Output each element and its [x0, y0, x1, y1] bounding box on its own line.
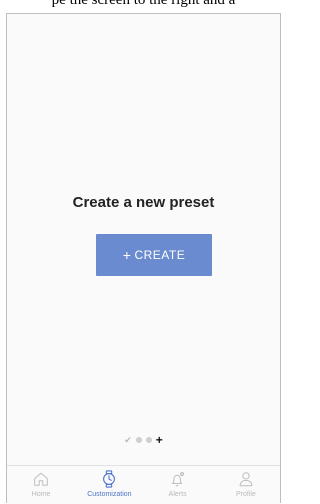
tab-customization[interactable]: Customization — [75, 466, 143, 504]
home-icon — [32, 470, 50, 488]
create-button[interactable]: + CREATE — [96, 234, 212, 276]
tab-home[interactable]: Home — [7, 466, 75, 504]
plus-icon: + — [122, 246, 132, 263]
phone-screen: Create a new preset + CREATE ✔ + Home Cu… — [6, 13, 281, 504]
tab-profile[interactable]: Profile — [212, 466, 280, 504]
person-icon — [237, 470, 255, 488]
add-page-icon[interactable]: + — [156, 434, 163, 446]
tab-customization-label: Customization — [87, 491, 132, 498]
tab-alerts-label: Alerts — [168, 491, 187, 498]
page-dot[interactable] — [135, 437, 142, 443]
tab-alerts[interactable]: Alerts — [144, 466, 212, 504]
check-icon[interactable]: ✔ — [124, 435, 132, 445]
top-caption-strip: pe the screen to the right and a — [0, 0, 287, 14]
watch-icon — [100, 470, 118, 488]
bell-gear-icon — [169, 470, 187, 488]
tab-profile-label: Profile — [235, 491, 256, 498]
page-indicator: ✔ + — [7, 434, 280, 446]
bottom-tab-bar: Home Customization Alerts Profile — [7, 465, 280, 504]
create-button-label: CREATE — [134, 248, 186, 262]
top-caption: pe the screen to the right and a — [51, 0, 236, 8]
tab-home-label: Home — [31, 491, 51, 498]
page-dot[interactable] — [145, 437, 152, 443]
page-title: Create a new preset — [72, 194, 215, 211]
